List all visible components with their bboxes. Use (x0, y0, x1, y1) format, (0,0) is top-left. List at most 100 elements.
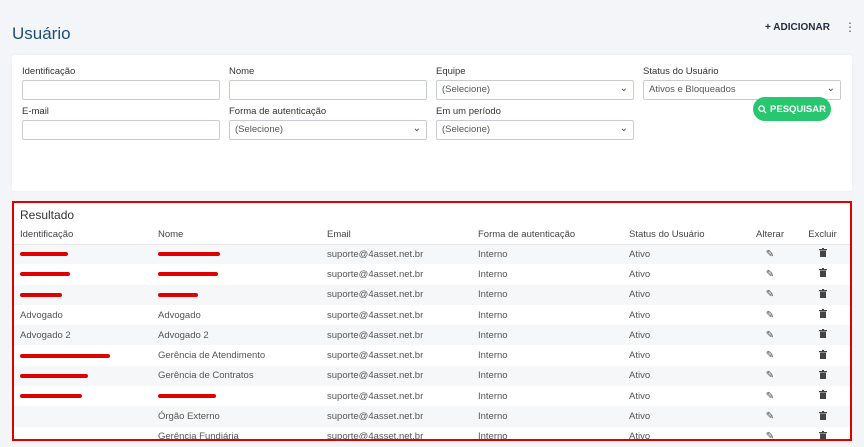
cell-forma: Interno (472, 345, 623, 365)
trash-icon[interactable] (818, 390, 827, 400)
cell-nome-text: Órgão Externo (158, 411, 220, 423)
col-status[interactable]: Status do Usuário (623, 226, 745, 245)
cell-email: suporte@4asset.net.br (321, 406, 472, 427)
edit-icon[interactable]: ✎ (766, 269, 774, 280)
cell-forma: Interno (472, 406, 623, 427)
cell-excluir (795, 264, 850, 284)
cell-forma: Interno (472, 284, 623, 305)
cell-status-text: Ativo (629, 289, 651, 301)
table-row[interactable]: Advogado 2 Advogado 2 suporte@4asset.net.b… (14, 325, 850, 346)
cell-forma-text: Interno (478, 350, 508, 362)
cell-status: Ativo (623, 386, 745, 406)
nome-input[interactable] (229, 80, 427, 100)
table-row[interactable]: suporte@4asset.net.br Interno Ativo ✎ (14, 244, 850, 265)
periodo-label: Em um período (436, 106, 501, 117)
cell-status-text: Ativo (629, 329, 651, 341)
edit-icon[interactable]: ✎ (766, 310, 774, 321)
cell-alterar: ✎ (745, 345, 795, 365)
cell-excluir (795, 325, 850, 346)
forma-select[interactable]: (Selecione) ⌄ (229, 120, 427, 140)
trash-icon[interactable] (818, 309, 827, 319)
cell-alterar: ✎ (745, 325, 795, 346)
cell-excluir (795, 284, 850, 305)
trash-icon[interactable] (818, 410, 827, 420)
cell-nome-text: Gerência Fundiária (158, 431, 239, 443)
trash-icon[interactable] (818, 268, 827, 278)
page-title: Usuário (12, 24, 71, 43)
edit-icon[interactable]: ✎ (766, 370, 774, 381)
edit-icon[interactable]: ✎ (766, 431, 774, 442)
cell-status: Ativo (623, 305, 745, 325)
col-forma[interactable]: Forma de autenticação (472, 226, 623, 245)
cell-excluir (795, 305, 850, 325)
redaction-mark (20, 373, 88, 378)
trash-icon[interactable] (818, 349, 827, 359)
col-email[interactable]: Email (321, 226, 472, 245)
identificacao-label: Identificação (22, 66, 76, 77)
cell-nome: Advogado 2 (152, 325, 321, 346)
filter-panel: Identificação Nome Equipe (Selecione) ⌄ S… (12, 55, 852, 191)
edit-icon[interactable]: ✎ (766, 249, 774, 260)
cell-identificacao-text: Advogado (20, 309, 63, 321)
periodo-select[interactable]: (Selecione) ⌄ (436, 120, 634, 140)
cell-status: Ativo (623, 345, 745, 365)
equipe-select-value: (Selecione) (442, 84, 491, 95)
cell-identificacao (14, 284, 152, 305)
cell-email: suporte@4asset.net.br (321, 264, 472, 284)
cell-forma: Interno (472, 365, 623, 387)
cell-identificacao: Advogado 2 (14, 325, 152, 346)
status-select-value: Ativos e Bloqueados (649, 84, 736, 95)
more-options-icon[interactable]: ⋮ (844, 20, 856, 34)
add-user-button[interactable]: + ADICIONAR (765, 22, 830, 33)
edit-icon[interactable]: ✎ (766, 289, 774, 300)
trash-icon[interactable] (818, 288, 827, 298)
chevron-down-icon: ⌄ (619, 123, 628, 134)
email-label: E-mail (22, 106, 49, 117)
table-row[interactable]: suporte@4asset.net.br Interno Ativo ✎ (14, 386, 850, 406)
equipe-select[interactable]: (Selecione) ⌄ (436, 80, 634, 100)
redaction-mark (158, 394, 216, 399)
cell-nome (152, 284, 321, 305)
cell-forma: Interno (472, 386, 623, 406)
email-input[interactable] (22, 120, 220, 140)
redaction-mark (20, 394, 82, 399)
table-row[interactable]: suporte@4asset.net.br Interno Ativo ✎ (14, 264, 850, 284)
edit-icon[interactable]: ✎ (766, 411, 774, 422)
table-header-row: Identificação Nome Email Forma de autent… (14, 226, 850, 245)
search-button[interactable]: PESQUISAR (753, 97, 831, 121)
cell-alterar: ✎ (745, 406, 795, 427)
identificacao-input[interactable] (22, 80, 220, 100)
cell-email-text: suporte@4asset.net.br (327, 370, 424, 382)
cell-excluir (795, 365, 850, 387)
cell-email: suporte@4asset.net.br (321, 365, 472, 387)
table-row[interactable]: Advogado Advogado suporte@4asset.net.br Int… (14, 305, 850, 325)
trash-icon[interactable] (818, 329, 827, 339)
cell-forma-text: Interno (478, 411, 508, 423)
col-identificacao[interactable]: Identificação (14, 226, 152, 245)
edit-icon[interactable]: ✎ (766, 391, 774, 402)
cell-forma-text: Interno (478, 289, 508, 301)
cell-alterar: ✎ (745, 284, 795, 305)
cell-email-text: suporte@4asset.net.br (327, 268, 424, 280)
col-nome[interactable]: Nome (152, 226, 321, 245)
table-row[interactable]: Órgão Externo suporte@4asset.net.br Intern… (14, 406, 850, 427)
edit-icon[interactable]: ✎ (766, 350, 774, 361)
table-row[interactable]: Gerência de Contratos suporte@4asset.net.… (14, 365, 850, 387)
trash-icon[interactable] (818, 430, 827, 440)
table-row[interactable]: Gerência de Atendimento suporte@4asset.ne… (14, 345, 850, 365)
cell-email-text: suporte@4asset.net.br (327, 390, 424, 402)
table-row[interactable]: suporte@4asset.net.br Interno Ativo ✎ (14, 284, 850, 305)
trash-icon[interactable] (818, 369, 827, 379)
cell-nome (152, 264, 321, 284)
cell-email: suporte@4asset.net.br (321, 386, 472, 406)
identificacao-field: Identificação (22, 66, 220, 100)
cell-status: Ativo (623, 244, 745, 265)
cell-identificacao (14, 244, 152, 265)
edit-icon[interactable]: ✎ (766, 330, 774, 341)
trash-icon[interactable] (818, 248, 827, 258)
cell-email-text: suporte@4asset.net.br (327, 329, 424, 341)
forma-select-value: (Selecione) (235, 124, 284, 135)
chevron-down-icon: ⌄ (826, 83, 835, 94)
cell-email-text: suporte@4asset.net.br (327, 289, 424, 301)
cell-status-text: Ativo (629, 431, 651, 443)
